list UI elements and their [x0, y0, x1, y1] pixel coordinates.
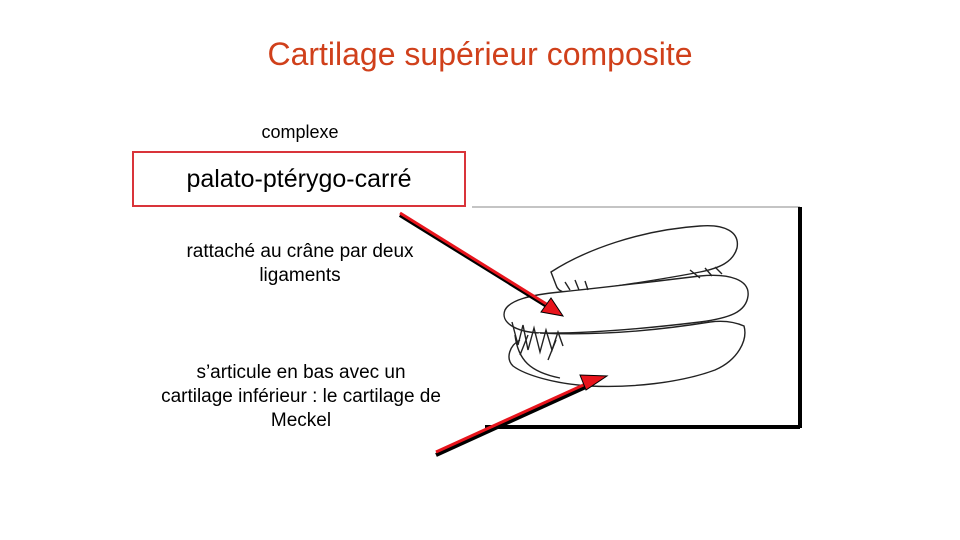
arrow-to-meckel [435, 374, 609, 457]
slide: Cartilage supérieur composite complexe p… [0, 0, 960, 540]
palatoquadrate-drawing [503, 225, 749, 388]
jaw-diagram [398, 206, 802, 457]
arrow-to-palatoquadrate [398, 211, 565, 317]
